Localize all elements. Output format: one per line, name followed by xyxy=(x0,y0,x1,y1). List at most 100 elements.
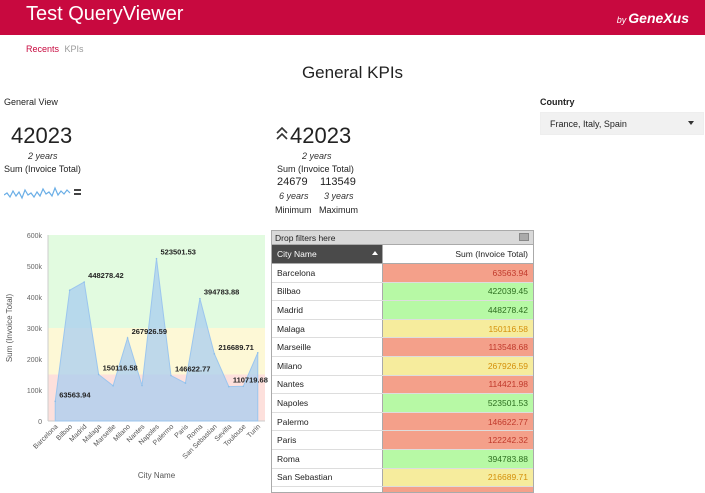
cell-sum: 267926.59 xyxy=(382,356,533,376)
cell-city: Barcelona xyxy=(272,263,383,283)
table-row[interactable]: Sevilla110719.68 xyxy=(272,486,533,492)
country-select[interactable]: France, Italy, Spain xyxy=(540,112,704,135)
y-axis-title: Sum (Invoice Total) xyxy=(5,294,14,363)
chevron-down-icon xyxy=(688,121,694,125)
kpi-caption-trend: Sum (Invoice Total) xyxy=(277,164,354,174)
cell-city: Milano xyxy=(272,356,383,376)
y-tick-label: 400k xyxy=(27,295,43,302)
table-row[interactable]: Milano 267926.59 xyxy=(272,356,533,376)
kpi-max-label: Maximum xyxy=(319,205,359,215)
data-label: 216689.71 xyxy=(218,343,253,352)
kpi-min-value: 24679 xyxy=(277,176,308,188)
cell-city: San Sebastian xyxy=(272,468,383,488)
column-header-city[interactable]: City Name xyxy=(272,245,383,264)
x-axis-title: City Name xyxy=(138,471,176,480)
table-row[interactable]: Roma 394783.88 xyxy=(272,449,533,469)
y-tick-label: 600k xyxy=(27,233,43,240)
table-row[interactable]: Paris 122242.32 xyxy=(272,430,533,450)
data-point xyxy=(155,257,158,260)
cell-sum: 110719.68 xyxy=(382,486,533,492)
breadcrumb-recents-link[interactable]: Recents xyxy=(26,44,59,54)
data-label: 146622.77 xyxy=(175,365,210,374)
kpi-value-trend: 42023 xyxy=(290,123,352,148)
cell-city: Napoles xyxy=(272,393,383,413)
y-tick-label: 500k xyxy=(27,264,43,271)
data-label: 150116.58 xyxy=(103,363,138,372)
country-select-value: France, Italy, Spain xyxy=(550,119,627,129)
sparkline-legend-icon xyxy=(74,189,81,191)
drop-filters-area[interactable]: Drop filters here xyxy=(272,231,533,245)
drop-filters-label: Drop filters here xyxy=(275,233,336,243)
kpi-caption: Sum (Invoice Total) xyxy=(4,164,81,174)
y-tick-label: 300k xyxy=(27,326,43,333)
data-label: 63563.94 xyxy=(59,390,91,399)
data-point xyxy=(199,297,201,300)
breadcrumb-current: KPIs xyxy=(64,44,84,54)
data-point xyxy=(97,373,100,376)
cell-city: Madrid xyxy=(272,300,383,320)
table-row[interactable]: Madrid 448278.42 xyxy=(272,300,533,320)
data-point xyxy=(213,353,216,355)
table-row[interactable]: Palermo 146622.77 xyxy=(272,412,533,432)
table-row[interactable]: Nantes 114421.98 xyxy=(272,375,533,395)
kpi-max-value: 113549 xyxy=(320,176,356,188)
section-label: General View xyxy=(4,97,58,107)
data-label: 394783.88 xyxy=(204,288,239,297)
cell-sum: 216689.71 xyxy=(382,468,533,488)
area-chart: 0 100k 200k 300k 400k 500k 600k 63563.94 448278.… xyxy=(0,228,270,488)
y-tick-label: 0 xyxy=(38,419,42,426)
page-title: General KPIs xyxy=(301,63,404,82)
table-row[interactable]: Bilbao 422039.45 xyxy=(272,282,533,302)
cell-sum: 150116.58 xyxy=(382,319,533,339)
data-point xyxy=(141,384,143,387)
cell-city: Marseille xyxy=(272,337,383,357)
table-row[interactable]: Barcelona 63563.94 xyxy=(272,263,533,283)
app-title: Test QueryViewer xyxy=(26,3,184,25)
data-label: 267926.59 xyxy=(132,327,167,336)
x-tick-label: Turin xyxy=(246,423,262,439)
cell-city: Roma xyxy=(272,449,383,469)
breadcrumb: Recents KPIs xyxy=(26,44,84,54)
table-row[interactable]: Marseille 113548.68 xyxy=(272,337,533,357)
cell-city: Malaga xyxy=(272,319,383,339)
column-header-sum[interactable]: Sum (Invoice Total) xyxy=(382,245,533,264)
cell-sum: 146622.77 xyxy=(382,412,533,432)
cell-sum: 114421.98 xyxy=(382,375,533,395)
kpi-max-period: 3 years xyxy=(324,191,354,201)
header-bar: Test QueryViewer by GeneXus xyxy=(0,0,705,35)
trend-up-icon xyxy=(276,127,288,140)
kpi-value: 42023 xyxy=(11,123,73,148)
data-point xyxy=(68,289,71,291)
data-point xyxy=(184,382,187,384)
data-grid: Drop filters here City Name Sum (Invoice… xyxy=(271,230,534,493)
data-point xyxy=(112,384,114,387)
cell-city: Palermo xyxy=(272,412,383,432)
sparkline-chart xyxy=(4,186,81,200)
table-row[interactable]: San Sebastian 216689.71 xyxy=(272,468,533,488)
sparkline-line xyxy=(4,186,71,200)
data-point xyxy=(242,385,245,388)
cell-sum: 122242.32 xyxy=(382,430,533,450)
cell-sum: 523501.53 xyxy=(382,393,533,413)
data-point xyxy=(54,400,57,403)
y-tick-label: 200k xyxy=(27,357,43,364)
grid-table: City Name Sum (Invoice Total) Barcelona 6… xyxy=(272,245,533,492)
cell-city: Bilbao xyxy=(272,282,383,302)
sort-asc-icon xyxy=(372,251,378,255)
cell-city: Sevilla xyxy=(272,486,383,492)
country-filter-label: Country xyxy=(540,97,575,107)
table-row[interactable]: Malaga 150116.58 xyxy=(272,319,533,339)
kpi-min-period: 6 years xyxy=(279,191,309,201)
kpi-period-trend: 2 years xyxy=(302,151,332,161)
cell-city: Paris xyxy=(272,430,383,450)
data-label: 110719.68 xyxy=(233,376,268,385)
data-point xyxy=(83,281,85,283)
table-row[interactable]: Napoles 523501.53 xyxy=(272,393,533,413)
grid-options-icon[interactable] xyxy=(519,233,529,241)
cell-sum: 422039.45 xyxy=(382,282,533,302)
cell-city: Nantes xyxy=(272,375,383,395)
data-label: 523501.53 xyxy=(161,248,196,257)
cell-sum: 394783.88 xyxy=(382,449,533,469)
area-chart-svg: 0 100k 200k 300k 400k 500k 600k 63563.94 448278.… xyxy=(5,233,268,480)
brand-logo: by GeneXus xyxy=(616,10,689,26)
